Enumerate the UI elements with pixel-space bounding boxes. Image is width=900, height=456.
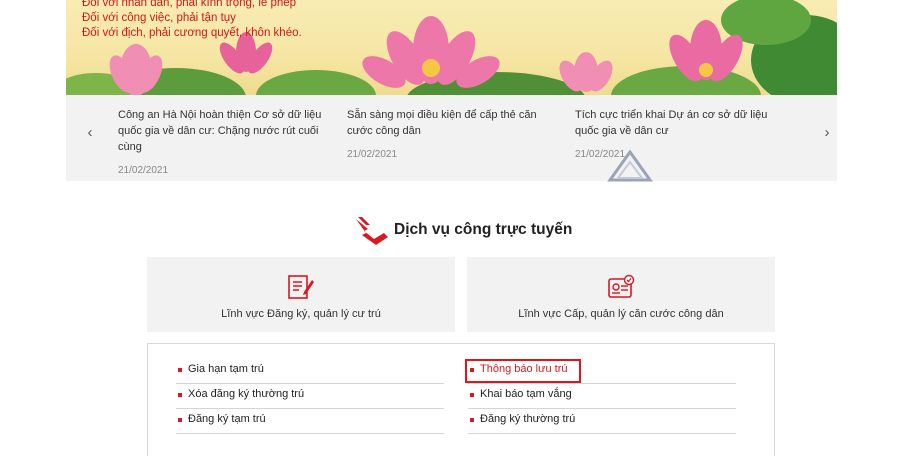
news-date: 21/02/2021 bbox=[118, 165, 169, 176]
service-label[interactable]: Đăng ký tạm trú bbox=[188, 413, 266, 425]
service-link[interactable]: Xóa đăng ký thường trú bbox=[176, 384, 444, 409]
service-label[interactable]: Đăng ký thường trú bbox=[480, 413, 575, 425]
service-label[interactable]: Xóa đăng ký thường trú bbox=[188, 388, 304, 400]
service-link[interactable]: Đăng ký thường trú bbox=[468, 409, 736, 434]
police-emblem-icon bbox=[356, 217, 388, 245]
news-title[interactable]: Sẵn sàng mọi điều kiện để cấp thẻ căn cư… bbox=[347, 107, 562, 139]
hero-banner: Đối với nhân dân, phải kính trọng, lễ ph… bbox=[66, 0, 837, 95]
news-item[interactable]: Sẵn sàng mọi điều kiện để cấp thẻ căn cư… bbox=[347, 107, 562, 160]
document-edit-icon bbox=[288, 275, 314, 299]
bullet-icon bbox=[470, 393, 474, 397]
category-card-residence[interactable]: Lĩnh vực Đăng ký, quản lý cư trú bbox=[147, 257, 455, 332]
bullet-icon bbox=[470, 418, 474, 422]
category-card-citizen-id[interactable]: Lĩnh vực Cấp, quản lý căn cước công dân bbox=[467, 257, 775, 332]
section-heading: Dịch vụ công trực tuyến bbox=[354, 215, 572, 245]
highlight-annotation-box bbox=[465, 359, 581, 383]
chevron-left-icon[interactable]: ‹ bbox=[80, 123, 100, 143]
news-title[interactable]: Tích cực triển khai Dự án cơ sở dữ liệu … bbox=[575, 107, 790, 139]
chevron-right-icon[interactable]: › bbox=[817, 123, 837, 143]
bullet-icon bbox=[178, 418, 182, 422]
news-carousel: ‹ Công an Hà Nội hoàn thiện Cơ sở dữ liệ… bbox=[66, 95, 837, 181]
service-link[interactable]: Khai báo tạm vắng bbox=[468, 384, 736, 409]
bullet-icon bbox=[178, 368, 182, 372]
category-label[interactable]: Lĩnh vực Đăng ký, quản lý cư trú bbox=[147, 308, 455, 320]
banner-quote-line: Đối với nhân dân, phải kính trọng, lễ ph… bbox=[82, 0, 297, 9]
banner-quote: Đối với nhân dân, phải kính trọng, lễ ph… bbox=[82, 0, 302, 41]
banner-quote-line: Đối với địch, phải cương quyết, khôn khé… bbox=[82, 27, 302, 39]
services-panel: Gia hạn tạm trú Xóa đăng ký thường trú Đ… bbox=[147, 343, 775, 456]
service-label[interactable]: Khai báo tạm vắng bbox=[480, 388, 572, 400]
service-link[interactable]: Gia hạn tạm trú bbox=[176, 359, 444, 384]
news-date: 21/02/2021 bbox=[347, 149, 398, 160]
section-title: Dịch vụ công trực tuyến bbox=[394, 221, 573, 238]
watermark-logo-icon bbox=[607, 150, 653, 182]
bullet-icon bbox=[178, 393, 182, 397]
service-link[interactable]: Đăng ký tạm trú bbox=[176, 409, 444, 434]
news-item[interactable]: Công an Hà Nội hoàn thiện Cơ sở dữ liệu … bbox=[118, 107, 333, 176]
service-label[interactable]: Gia hạn tạm trú bbox=[188, 363, 264, 375]
category-label[interactable]: Lĩnh vực Cấp, quản lý căn cước công dân bbox=[467, 308, 775, 320]
id-card-icon bbox=[608, 274, 635, 298]
news-title[interactable]: Công an Hà Nội hoàn thiện Cơ sở dữ liệu … bbox=[118, 107, 333, 155]
banner-quote-line: Đối với công việc, phải tận tụy bbox=[82, 12, 236, 24]
